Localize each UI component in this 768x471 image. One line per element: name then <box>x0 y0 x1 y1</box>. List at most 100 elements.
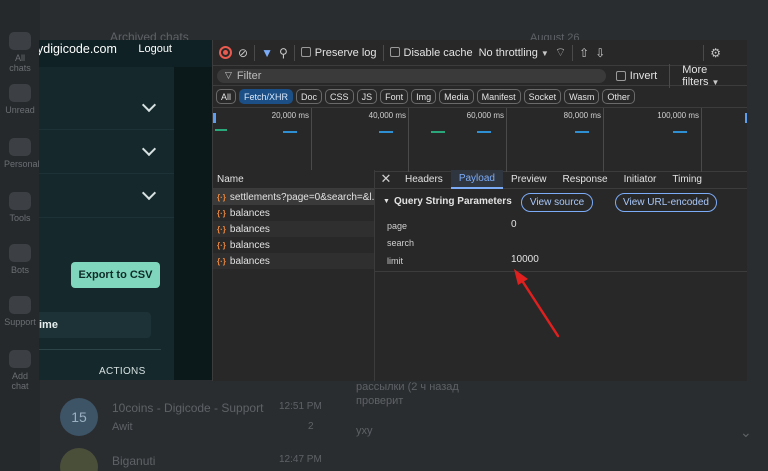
timeline-range-handle[interactable] <box>213 113 216 123</box>
logout-link[interactable]: Logout <box>138 43 172 55</box>
bg-message-2: проверит <box>356 395 404 407</box>
export-har-icon[interactable]: ⇩ <box>595 46 605 60</box>
time-field[interactable]: ime <box>39 312 151 338</box>
request-row[interactable]: {·} balances <box>213 237 374 253</box>
timeline-request-bar <box>431 131 445 133</box>
request-row[interactable]: {·} balances <box>213 221 374 237</box>
tab-preview[interactable]: Preview <box>503 170 555 189</box>
request-row[interactable]: {·} balances <box>213 205 374 221</box>
chat-icon <box>9 32 31 50</box>
type-filter-other[interactable]: Other <box>602 89 635 104</box>
type-filter-js[interactable]: JS <box>356 89 378 104</box>
dropdown-arrow-icon: ▼ <box>711 77 720 87</box>
disable-cache-label: Disable cache <box>403 46 473 59</box>
bg-chat-badge: 2 <box>308 421 314 432</box>
site-menu-row-2[interactable] <box>39 130 174 174</box>
timeline-request-bar <box>477 131 491 133</box>
timeline-tick: 100,000 ms <box>657 111 699 120</box>
throttling-select[interactable]: No throttling ▼ <box>479 47 549 59</box>
more-filters-dropdown[interactable]: More filters ▼ <box>669 63 747 88</box>
details-tabbar: ✕ Headers Payload Preview Response Initi… <box>375 169 747 189</box>
timeline-request-bar <box>215 129 227 131</box>
type-filter-font[interactable]: Font <box>380 89 409 104</box>
bg-folder-label: All chats <box>9 53 31 73</box>
bg-folder-label: Tools <box>9 213 31 223</box>
type-filter-media[interactable]: Media <box>439 89 474 104</box>
record-icon[interactable] <box>219 46 232 59</box>
timeline-tick: 80,000 ms <box>563 111 601 120</box>
type-filter-all[interactable]: All <box>216 89 237 104</box>
bg-chat-time: 12:51 PM <box>279 401 322 412</box>
type-filter-socket[interactable]: Socket <box>523 89 562 104</box>
tab-payload[interactable]: Payload <box>450 169 503 189</box>
query-string-parameters-header[interactable]: ▼ Query String Parameters <box>383 196 512 207</box>
close-icon[interactable]: ✕ <box>375 171 397 187</box>
view-url-encoded-button[interactable]: View URL-encoded <box>615 193 717 212</box>
request-row[interactable]: {·} settlements?page=0&search=&l... <box>213 189 374 205</box>
import-har-icon[interactable]: ⇧ <box>579 46 589 60</box>
site-domain: ydigicode.com <box>39 42 117 56</box>
filter-bar: ▽ Filter Invert More filters ▼ <box>213 63 747 88</box>
toolbar-separator <box>254 44 256 61</box>
bg-folder-bots: Bots <box>4 244 36 275</box>
timeline-range-handle[interactable] <box>745 113 747 123</box>
network-overview-timeline[interactable]: 20,000 ms 40,000 ms 60,000 ms 80,000 ms … <box>213 108 747 172</box>
bg-folder-unread: Unread <box>4 84 36 115</box>
filter-input[interactable]: ▽ Filter <box>217 68 606 83</box>
chevron-down-icon <box>141 97 157 113</box>
filter-icon: ▽ <box>225 70 232 80</box>
type-filter-manifest[interactable]: Manifest <box>476 89 521 104</box>
tab-headers[interactable]: Headers <box>397 170 451 189</box>
bg-message-1: рассылки (2 ч назад <box>356 381 459 393</box>
tab-timing[interactable]: Timing <box>664 170 710 189</box>
xhr-icon: {·} <box>217 256 226 266</box>
disable-cache-checkbox[interactable]: Disable cache <box>389 46 473 59</box>
megaphone-icon <box>9 244 31 262</box>
tab-initiator[interactable]: Initiator <box>616 170 665 189</box>
timeline-tick: 40,000 ms <box>368 111 406 120</box>
name-column-header[interactable]: Name <box>213 170 374 189</box>
toolbar-separator <box>382 44 384 61</box>
resource-type-filters: All Fetch/XHR Doc CSS JS Font Img Media … <box>213 86 747 108</box>
settings-gear-icon[interactable]: ⚙ <box>710 46 721 60</box>
filter-funnel-icon[interactable]: ▼ <box>261 46 273 60</box>
bg-folder-support: Support <box>4 296 36 327</box>
view-source-button[interactable]: View source <box>521 193 593 212</box>
request-row[interactable]: {·} balances <box>213 253 374 269</box>
background-sidebar: All chats Unread Personal Tools Bots Sup… <box>0 0 40 471</box>
timeline-tick: 60,000 ms <box>466 111 504 120</box>
type-filter-fetch-xhr[interactable]: Fetch/XHR <box>239 89 294 104</box>
site-menu-row-1[interactable] <box>39 86 174 130</box>
chevron-down-icon <box>141 185 157 201</box>
request-name: balances <box>229 223 270 235</box>
network-toolbar: ⊘ ▼ ⚲ Preserve log Disable cache No thro… <box>213 40 747 66</box>
preserve-log-label: Preserve log <box>314 46 377 59</box>
timeline-gridline <box>408 108 409 172</box>
type-filter-img[interactable]: Img <box>411 89 437 104</box>
network-requests-area: Name {·} settlements?page=0&search=&l... … <box>213 169 747 381</box>
invert-label: Invert <box>629 69 658 82</box>
invert-checkbox[interactable]: Invert <box>615 69 658 82</box>
network-conditions-icon[interactable]: ⌔ <box>555 45 566 60</box>
bg-folder-label: Add chat <box>11 371 29 391</box>
bg-folder-tools: Tools <box>4 192 36 223</box>
preserve-log-checkbox[interactable]: Preserve log <box>300 46 377 59</box>
bg-folder-all: All chats <box>4 32 36 73</box>
toolbar-separator <box>572 44 574 61</box>
bg-avatar-2 <box>60 448 98 471</box>
export-csv-button[interactable]: Export to CSV <box>71 262 160 288</box>
search-icon[interactable]: ⚲ <box>279 46 288 60</box>
type-filter-css[interactable]: CSS <box>325 89 354 104</box>
checkbox-icon <box>615 70 626 81</box>
type-filter-wasm[interactable]: Wasm <box>564 89 600 104</box>
bg-chat-time-2: 12:47 PM <box>279 454 322 465</box>
clear-icon[interactable]: ⊘ <box>238 46 248 60</box>
tab-response[interactable]: Response <box>555 170 616 189</box>
bg-folder-label: Personal <box>4 159 40 169</box>
site-menu-row-3[interactable] <box>39 174 174 218</box>
type-filter-doc[interactable]: Doc <box>296 89 323 104</box>
bg-chevron-down-icon: ⌄ <box>740 424 752 440</box>
request-details: ✕ Headers Payload Preview Response Initi… <box>375 169 747 381</box>
checkbox-icon <box>389 46 400 57</box>
bg-folder-label: Support <box>4 317 36 327</box>
